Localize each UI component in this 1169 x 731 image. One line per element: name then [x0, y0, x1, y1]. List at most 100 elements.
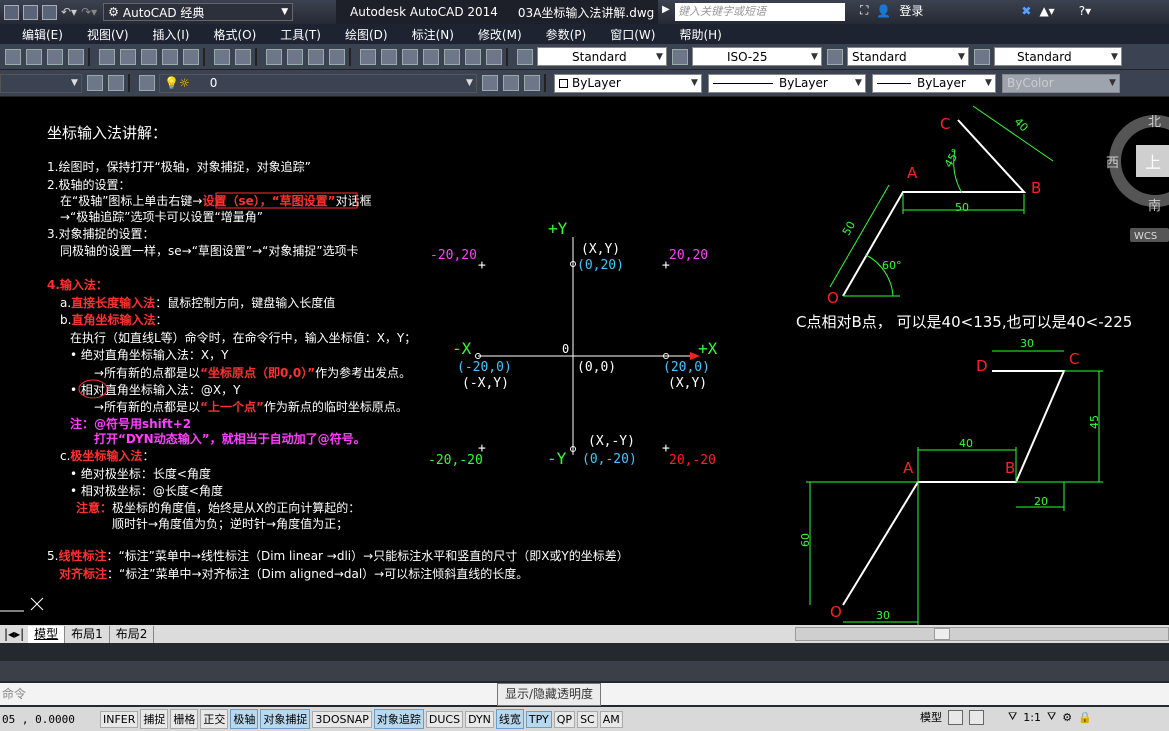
lock-icon[interactable]: 🔒: [1078, 711, 1092, 724]
layer-properties-icon[interactable]: [87, 75, 103, 91]
status-am[interactable]: AM: [599, 710, 623, 728]
gear-icon[interactable]: ⚙: [1062, 711, 1072, 724]
copy-icon[interactable]: [120, 48, 136, 65]
model-space-label[interactable]: 模型: [920, 709, 942, 725]
status-otrack[interactable]: 对象追踪: [373, 709, 424, 729]
annotation-scale-icon[interactable]: ⛛: [1008, 710, 1017, 724]
menu-format[interactable]: 格式(O): [213, 26, 256, 43]
sheet-set-icon[interactable]: [423, 48, 439, 65]
layer-select[interactable]: 💡☼ 0 ▼: [159, 73, 477, 93]
status-osnap[interactable]: 对象捕捉: [260, 709, 311, 729]
tool-palette-icon[interactable]: [402, 48, 418, 65]
paste-icon[interactable]: [141, 48, 157, 65]
menu-insert[interactable]: 插入(I): [153, 26, 190, 43]
status-3dosnap[interactable]: 3DOSNAP: [312, 710, 372, 728]
markup-icon[interactable]: [444, 48, 460, 65]
tab-layout1[interactable]: 布局1: [65, 625, 110, 643]
viewcube[interactable]: 上 北 西 南 WCS: [1106, 115, 1169, 242]
layer-previous-icon[interactable]: [503, 75, 519, 91]
status-infer[interactable]: INFER: [100, 710, 139, 728]
annotation-scale[interactable]: 1:1: [1023, 711, 1041, 724]
a360-icon[interactable]: ▲▾: [1039, 4, 1054, 18]
text-style-select[interactable]: Standard ▼: [537, 47, 667, 66]
dim-style-icon[interactable]: [672, 48, 688, 65]
menu-help[interactable]: 帮助(H): [679, 26, 721, 43]
menu-window[interactable]: 窗口(W): [610, 26, 655, 43]
linetype-select[interactable]: ByLayer ▼: [708, 73, 866, 93]
status-ducs[interactable]: DUCS: [425, 710, 464, 728]
undo-icon[interactable]: ↶▾: [61, 5, 77, 19]
login-link[interactable]: 登录: [899, 2, 923, 19]
make-current-icon[interactable]: [482, 75, 498, 91]
horizontal-scrollbar[interactable]: [795, 627, 1169, 641]
open-icon[interactable]: [26, 48, 42, 65]
layer-manager-icon[interactable]: [139, 75, 155, 91]
help-tool-icon[interactable]: [486, 48, 502, 65]
scroll-thumb[interactable]: [934, 628, 950, 640]
tab-model[interactable]: 模型: [28, 625, 66, 643]
calculator-icon[interactable]: [465, 48, 481, 65]
layer-states-icon[interactable]: [108, 75, 124, 91]
drawing-area[interactable]: 坐标输入法讲解： 1.绘图时，保持打开“极轴，对象捕捉，对象追踪” 2.极轴的设…: [0, 97, 1169, 625]
redo-tool-icon[interactable]: [235, 48, 251, 65]
text-style-icon[interactable]: [517, 48, 533, 65]
status-qp[interactable]: QP: [553, 710, 576, 728]
workspace-select[interactable]: ⚙ AutoCAD 经典 ▼: [103, 3, 294, 21]
zoom-realtime-icon[interactable]: [287, 48, 303, 65]
point-label: (0,-20): [582, 452, 637, 467]
viewport-icon[interactable]: [969, 709, 984, 725]
menu-view[interactable]: 视图(V): [87, 26, 129, 43]
save-icon[interactable]: [23, 4, 38, 20]
status-polar[interactable]: 极轴: [230, 709, 259, 729]
search-input[interactable]: 键入关键字或短语: [675, 3, 845, 21]
menu-draw[interactable]: 绘图(D): [345, 26, 388, 43]
properties-icon[interactable]: [360, 48, 376, 65]
pan-icon[interactable]: [266, 48, 282, 65]
plotstyle-select[interactable]: ByColor ▼: [1002, 73, 1120, 93]
annotation-visibility-icon[interactable]: ⛛: [1047, 710, 1056, 724]
menu-edit[interactable]: 编辑(E): [22, 26, 63, 43]
menu-modify[interactable]: 修改(M): [478, 26, 522, 43]
print-icon[interactable]: [42, 4, 57, 20]
dim-style-select[interactable]: ISO-25 ▼: [692, 47, 822, 66]
plot-icon[interactable]: [47, 48, 63, 65]
user-icon[interactable]: 👤: [876, 4, 891, 18]
help-icon[interactable]: ?▾: [1079, 4, 1091, 18]
status-ortho[interactable]: 正交: [200, 709, 229, 729]
design-center-icon[interactable]: [381, 48, 397, 65]
lineweight-select[interactable]: ByLayer ▼: [872, 73, 996, 93]
status-tpy[interactable]: TPY: [525, 710, 552, 728]
table-style-select[interactable]: Standard ▼: [847, 47, 969, 66]
status-lineweight[interactable]: 线宽: [495, 709, 524, 729]
layout-icon[interactable]: [948, 709, 963, 725]
redo-icon[interactable]: ↷▾: [81, 5, 97, 19]
status-sc[interactable]: SC: [577, 710, 598, 728]
block-icon[interactable]: [183, 48, 199, 65]
zoom-icon[interactable]: [5, 48, 21, 65]
tab-layout2[interactable]: 布局2: [110, 625, 155, 643]
menu-dimension[interactable]: 标注(N): [412, 26, 454, 43]
table-style-icon[interactable]: [827, 48, 843, 65]
status-snap[interactable]: 捕捉: [140, 709, 169, 729]
menu-tools[interactable]: 工具(T): [280, 26, 321, 43]
zoom-window-icon[interactable]: [308, 48, 324, 65]
exchange-icon[interactable]: ✖: [1021, 4, 1031, 18]
menu-parametric[interactable]: 参数(P): [546, 26, 587, 43]
publish-icon[interactable]: [68, 48, 84, 65]
tab-nav-icon[interactable]: |◂▸|: [0, 627, 28, 641]
layer-state-select[interactable]: ▼: [0, 73, 82, 93]
binoculars-icon[interactable]: ⛶: [860, 3, 868, 18]
layer-walk-icon[interactable]: [524, 75, 540, 91]
new-icon[interactable]: [4, 4, 19, 20]
divider: [349, 47, 351, 66]
undo-tool-icon[interactable]: [214, 48, 230, 65]
match-icon[interactable]: [162, 48, 178, 65]
mleader-style-select[interactable]: Standard ▼: [994, 47, 1122, 66]
color-select[interactable]: ByLayer ▼: [554, 73, 702, 93]
zoom-previous-icon[interactable]: [329, 48, 345, 65]
status-dyn[interactable]: DYN: [465, 710, 494, 728]
cut-icon[interactable]: [99, 48, 115, 65]
status-grid[interactable]: 栅格: [170, 709, 199, 729]
arrow-right-icon[interactable]: ▶: [662, 4, 670, 15]
mleader-style-icon[interactable]: [974, 48, 990, 65]
